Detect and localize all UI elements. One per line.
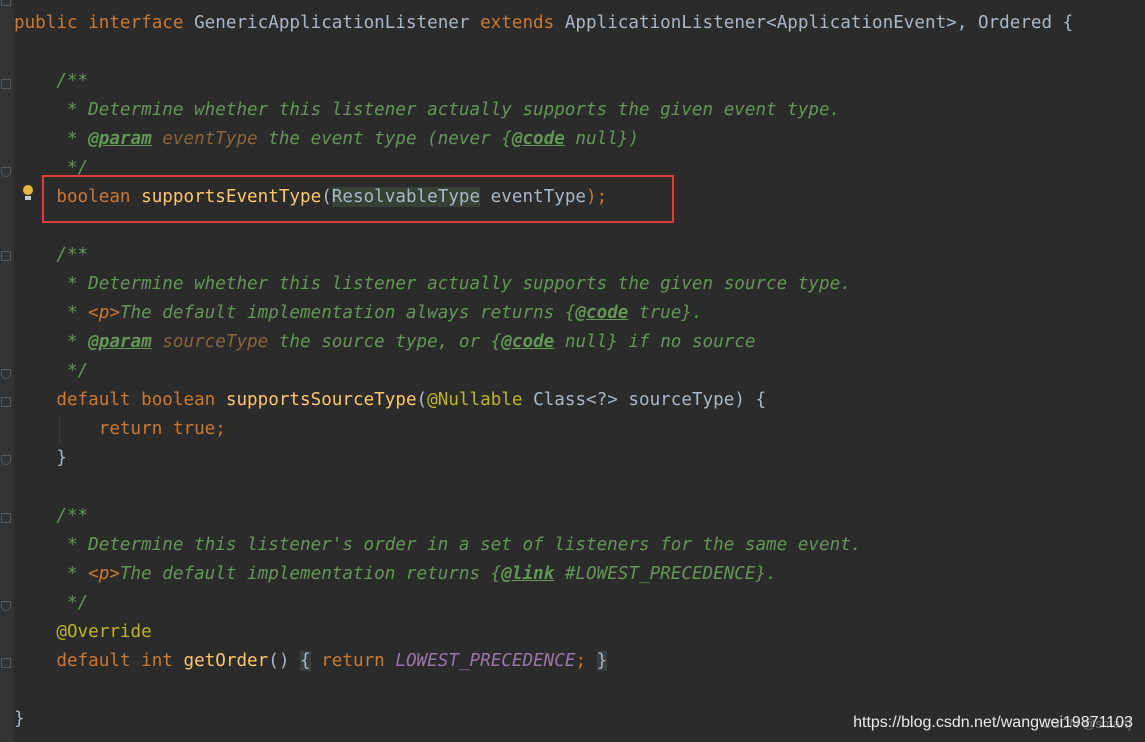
folded-brace: { [300,651,311,671]
doc-comment-text: * Determine whether this listener actual… [56,274,851,294]
keyword: true [172,419,216,439]
keyword: return [321,651,385,671]
keyword: interface [88,13,184,33]
code-line: } [14,444,67,473]
code-line: * Determine whether this listener actual… [14,96,840,125]
method-name: supportsSourceType [225,390,417,410]
method-name: getOrder [183,651,269,671]
keyword: public [14,13,78,33]
code-line: */ [14,589,88,618]
fold-marker-icon[interactable] [1,513,11,523]
keyword: extends [480,13,555,33]
code-line: * Determine this listener's order in a s… [14,531,861,560]
editor-gutter [0,0,14,742]
doc-comment-open: /** [56,245,89,265]
code-line: default int getOrder() { return LOWEST_P… [56,651,608,671]
javadoc-code-tag: @code [511,129,565,149]
html-p-tag: <p> [88,303,120,323]
doc-comment-close: */ [56,593,89,613]
keyword: return [98,419,163,439]
keyword: default [56,390,131,410]
code-line: public interface GenericApplicationListe… [14,9,1073,38]
fold-marker-icon[interactable] [1,658,11,668]
javadoc-param-name: eventType [162,129,258,149]
fold-marker-icon[interactable] [1,601,11,611]
keyword: default [56,651,131,671]
fold-marker-icon[interactable] [1,369,11,379]
closing-brace: } [14,709,25,729]
keyword: boolean [141,390,216,410]
doc-comment-text: * Determine whether this listener actual… [56,100,841,120]
doc-comment-open: /** [56,71,89,91]
fold-marker-icon[interactable] [1,455,11,465]
code-line: @Override [14,618,152,647]
fold-marker-icon[interactable] [1,397,11,407]
parent-types: ApplicationListener<ApplicationEvent>, O… [564,13,1074,33]
javadoc-param-tag: @param [88,129,152,149]
javadoc-code-tag: @code [575,303,629,323]
javadoc-param-name: sourceType [162,332,269,352]
code-line: * <p>The default implementation always r… [56,303,703,323]
annotation: @Override [56,622,152,642]
html-p-tag: <p> [88,564,120,584]
code-line: default boolean supportsSourceType(@Null… [56,390,767,410]
javadoc-code-tag: @code [501,332,555,352]
closing-brace: } [56,448,67,468]
annotation: @Nullable [427,390,523,410]
watermark-url: https://blog.csdn.net/wangwei19871103 [853,714,1133,731]
folded-brace: } [596,651,608,671]
doc-comment-open: /** [56,506,89,526]
code-line: * <p>The default implementation returns … [56,564,777,584]
javadoc-link-tag: @link [501,564,555,584]
code-line: /** [14,241,88,270]
code-line: return true; [98,419,226,439]
highlight-box [42,175,674,223]
fold-marker-icon[interactable] [1,79,11,89]
constant: LOWEST_PRECEDENCE [395,651,576,671]
keyword: int [141,651,173,671]
interface-name: GenericApplicationListener [194,13,470,33]
doc-comment-text: * Determine this listener's order in a s… [56,535,862,555]
code-line: /** [14,67,88,96]
doc-comment-close: */ [56,361,89,381]
code-line: */ [14,357,88,386]
fold-marker-icon[interactable] [1,167,11,177]
fold-marker-icon[interactable] [1,0,11,6]
code-line: * @param sourceType the source type, or … [56,332,756,352]
code-line: } [14,705,25,734]
code-line: /** [14,502,88,531]
code-line: * Determine whether this listener actual… [14,270,851,299]
code-line: * @param eventType the event type (never… [56,129,639,149]
fold-marker-icon[interactable] [1,251,11,261]
javadoc-param-tag: @param [88,332,152,352]
